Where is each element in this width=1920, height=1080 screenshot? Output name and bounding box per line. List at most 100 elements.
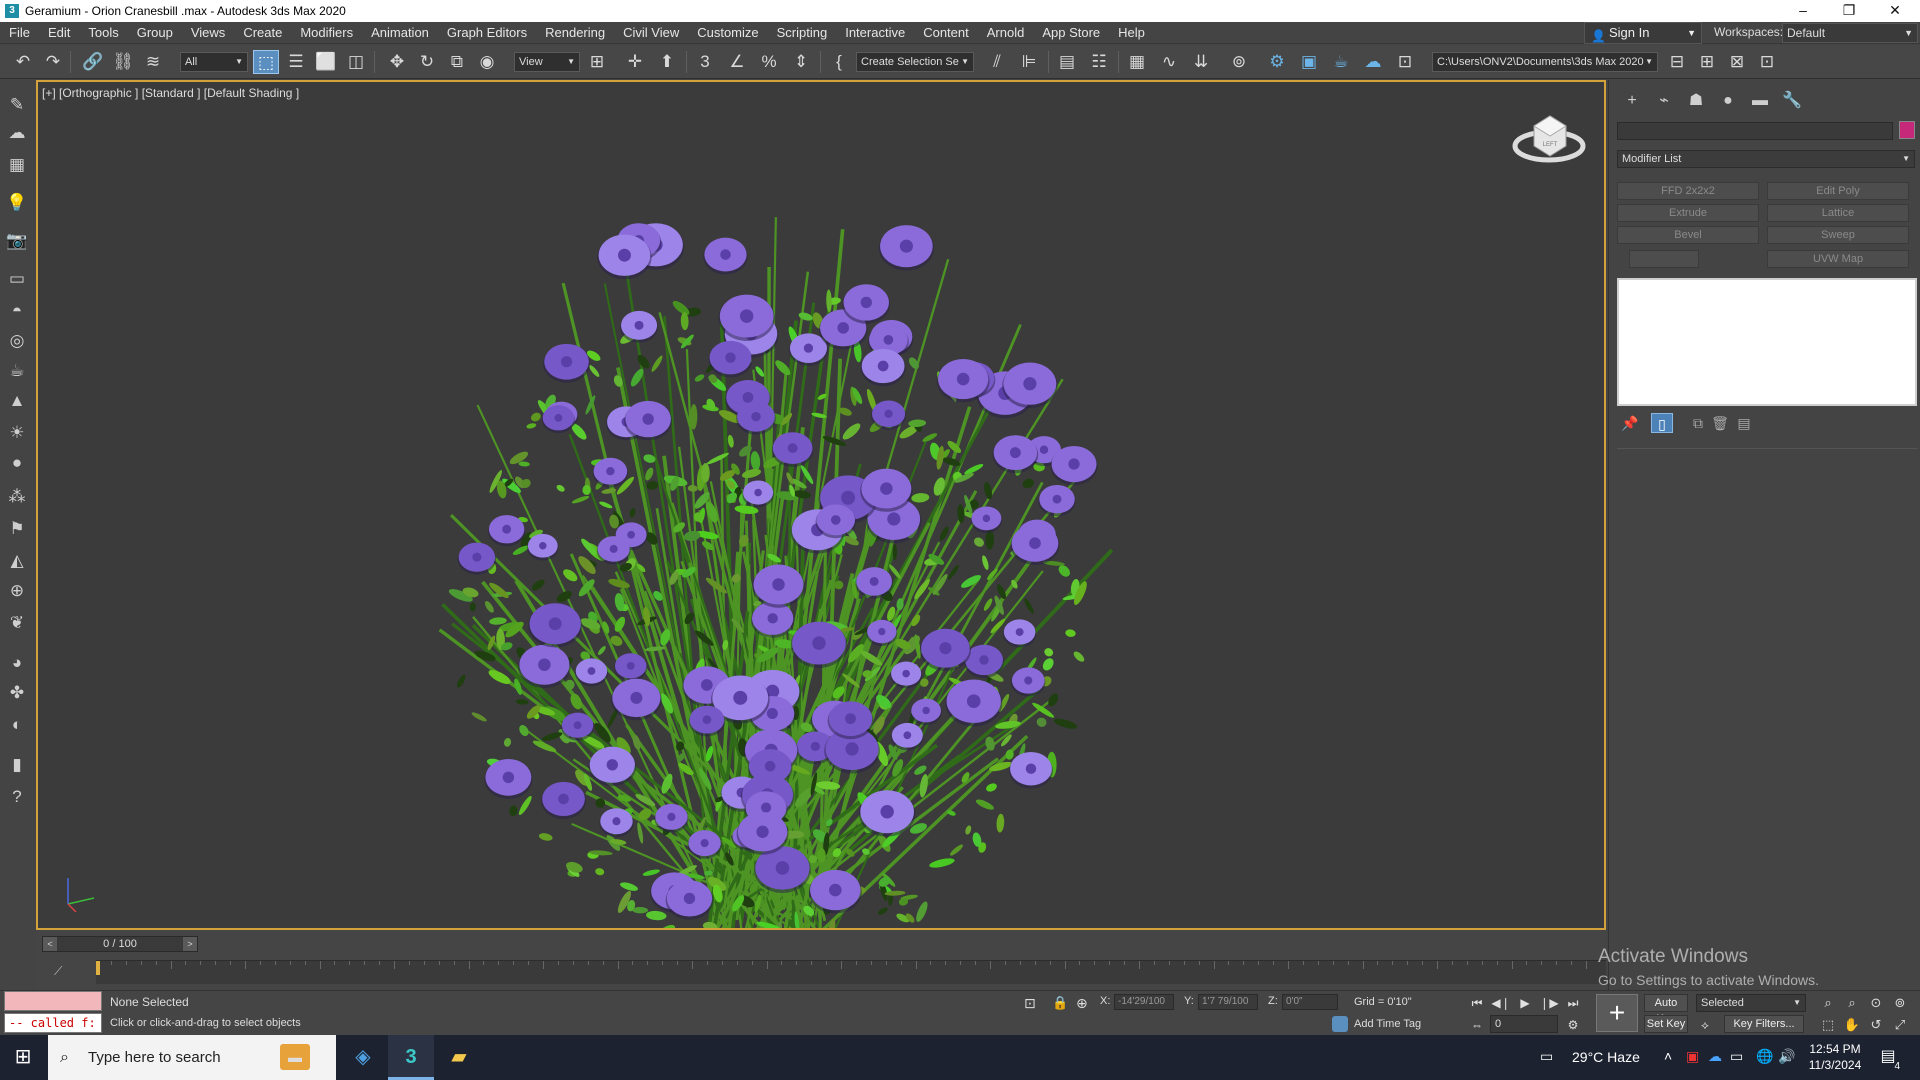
sketchup-app-icon[interactable]: ◈ [340,1035,386,1080]
layer-explorer-icon[interactable]: ☷ [1086,50,1112,74]
next-frame-icon[interactable]: ❘▶ [1538,993,1560,1013]
bind-space-warp-icon[interactable]: ≋ [140,50,166,74]
x-coordinate-field[interactable]: -14'29/100 [1114,994,1174,1010]
scale-icon[interactable]: ⧉ [444,50,470,74]
sun-icon[interactable]: ☀ [3,420,31,446]
schematic-view-icon[interactable]: ⇊ [1188,50,1214,74]
zoom-icon[interactable]: ⌕ [1818,993,1838,1013]
time-configuration-icon[interactable]: ⚙ [1562,1015,1584,1035]
cone-icon[interactable]: ▲ [3,388,31,414]
menu-tools[interactable]: Tools [79,22,127,44]
ffd-button[interactable]: FFD 2x2x2 [1617,182,1759,200]
y-coordinate-field[interactable]: 1'7 79/100 [1198,994,1258,1010]
sky-icon[interactable]: ● [3,450,31,476]
z-coordinate-field[interactable]: 0'0" [1282,994,1338,1010]
sphere-icon[interactable]: ◓ [3,298,31,324]
close-button[interactable]: ✕ [1872,0,1918,22]
volume-icon[interactable]: 🔊 [1778,1048,1795,1065]
torus-icon[interactable]: ◎ [3,328,31,354]
notifications-icon[interactable]: ▤ 4 [1876,1046,1900,1072]
material-editor-icon[interactable]: ⊚ [1226,50,1252,74]
menu-file[interactable]: File [0,22,39,44]
system-clock[interactable]: 12:54 PM 11/3/2024 [1800,1041,1870,1073]
populate-icon[interactable]: ☁ [3,120,31,146]
render-shortcuts-icon[interactable]: ⊡ [1392,50,1418,74]
help-icon[interactable]: ? [3,784,31,810]
menu-edit[interactable]: Edit [39,22,79,44]
go-to-end-icon[interactable]: ⏭ [1562,993,1584,1013]
absolute-mode-icon[interactable]: ⊕ [1076,995,1088,1012]
maximize-button[interactable]: ❐ [1826,0,1872,22]
render-setup-icon[interactable]: ⚙ [1264,50,1290,74]
empty-modifier-button[interactable] [1629,250,1699,268]
render-in-cloud-icon[interactable]: ☁ [1360,50,1386,74]
menu-app-store[interactable]: App Store [1033,22,1109,44]
named-selection-set-dropdown[interactable]: Create Selection Se ▼ [856,52,974,72]
3dsmax-app-icon[interactable]: 3 [388,1035,434,1080]
menu-graph-editors[interactable]: Graph Editors [438,22,536,44]
time-slider[interactable]: < 0 / 100 > [42,936,198,952]
workspace-dropdown[interactable]: Default ▼ [1782,23,1918,43]
time-slider-next[interactable]: > [183,937,197,951]
menu-rendering[interactable]: Rendering [536,22,614,44]
grass-icon[interactable]: ❦ [3,610,31,636]
menu-civil-view[interactable]: Civil View [614,22,688,44]
pin-stack-icon[interactable]: 📌 [1619,413,1641,433]
link-icon[interactable]: 🔗 [80,50,106,74]
key-filters-button[interactable]: Key Filters... [1724,1015,1804,1033]
menu-customize[interactable]: Customize [688,22,767,44]
project-set-icon[interactable]: ⊠ [1724,50,1750,74]
render-view-icon[interactable]: ◐ [3,712,31,738]
isolate-selection-icon[interactable]: ⊡ [1024,995,1036,1012]
cloud-sync-icon[interactable]: ☁ [1708,1048,1722,1065]
show-end-result-icon[interactable]: ▯ [1651,413,1673,433]
uvw-map-button[interactable]: UVW Map [1767,250,1909,268]
project-folder-dropdown[interactable]: C:\Users\ONV2\Documents\3ds Max 2020 ▼ [1432,52,1658,72]
pan-view-icon[interactable]: ✋ [1842,1015,1862,1035]
modifier-stack[interactable] [1617,278,1917,406]
align-icon[interactable]: ⊫ [1016,50,1042,74]
play-icon[interactable]: ▶ [1514,993,1536,1013]
lattice-button[interactable]: Lattice [1767,204,1909,222]
angle-snap-icon[interactable]: ∠ [724,50,750,74]
maxscript-mini-listener-output[interactable] [4,991,102,1011]
move-icon[interactable]: ✥ [384,50,410,74]
mirror-icon[interactable]: ⫽ [984,50,1010,74]
zoom-extents-icon[interactable]: ⊙ [1866,993,1886,1013]
color-palette-icon[interactable]: ✤ [3,680,31,706]
previous-frame-icon[interactable]: ◀❘ [1490,993,1512,1013]
selection-filter-dropdown[interactable]: All ▼ [180,52,248,72]
edit-named-selection-icon[interactable]: { [826,50,852,74]
sign-in-dropdown[interactable]: 👤 Sign In ▼ [1584,22,1702,44]
rendered-frame-window-icon[interactable]: ▣ [1296,50,1322,74]
time-tag-icon[interactable] [1332,1016,1348,1032]
extrude-button[interactable]: Extrude [1617,204,1759,222]
sweep-button[interactable]: Sweep [1767,226,1909,244]
file-explorer-icon[interactable]: ▰ [436,1035,482,1080]
unlink-icon[interactable]: ⛓ [110,50,136,74]
selection-lock-icon[interactable]: 🔒 [1052,995,1068,1011]
place-icon[interactable]: ◉ [474,50,500,74]
scene-explorer-icon[interactable]: ▤ [1054,50,1080,74]
undo-icon[interactable]: ↶ [10,50,36,74]
time-slider-prev[interactable]: < [43,937,57,951]
toggle-ribbon-icon[interactable]: ▦ [1124,50,1150,74]
menu-create[interactable]: Create [234,22,291,44]
configure-modifier-sets-icon[interactable]: ▤ [1733,413,1755,433]
create-object-icon[interactable]: ✎ [3,92,31,118]
auto-key-button[interactable]: Auto Key [1644,994,1688,1025]
modifier-list-dropdown[interactable]: Modifier List ▼ [1617,150,1915,168]
maxscript-mini-listener-input[interactable]: -- called f: [4,1013,102,1033]
percent-snap-icon[interactable]: % [756,50,782,74]
viewport-orthographic[interactable]: [+] [Orthographic ] [Standard ] [Default… [36,80,1606,930]
zoom-all-icon[interactable]: ⌕ [1842,993,1862,1013]
motion-tab-icon[interactable]: ● [1715,90,1741,112]
briefcase-app-icon[interactable]: ▬ [280,1044,310,1070]
project-new-icon[interactable]: ⊞ [1694,50,1720,74]
window-crossing-icon[interactable]: ◫ [343,50,369,74]
menu-modifiers[interactable]: Modifiers [291,22,362,44]
add-time-tag[interactable]: Add Time Tag [1354,1018,1421,1030]
rotate-icon[interactable]: ↻ [414,50,440,74]
make-unique-icon[interactable]: ⧉ [1687,413,1709,433]
zoom-extents-all-icon[interactable]: ⊚ [1890,993,1910,1013]
